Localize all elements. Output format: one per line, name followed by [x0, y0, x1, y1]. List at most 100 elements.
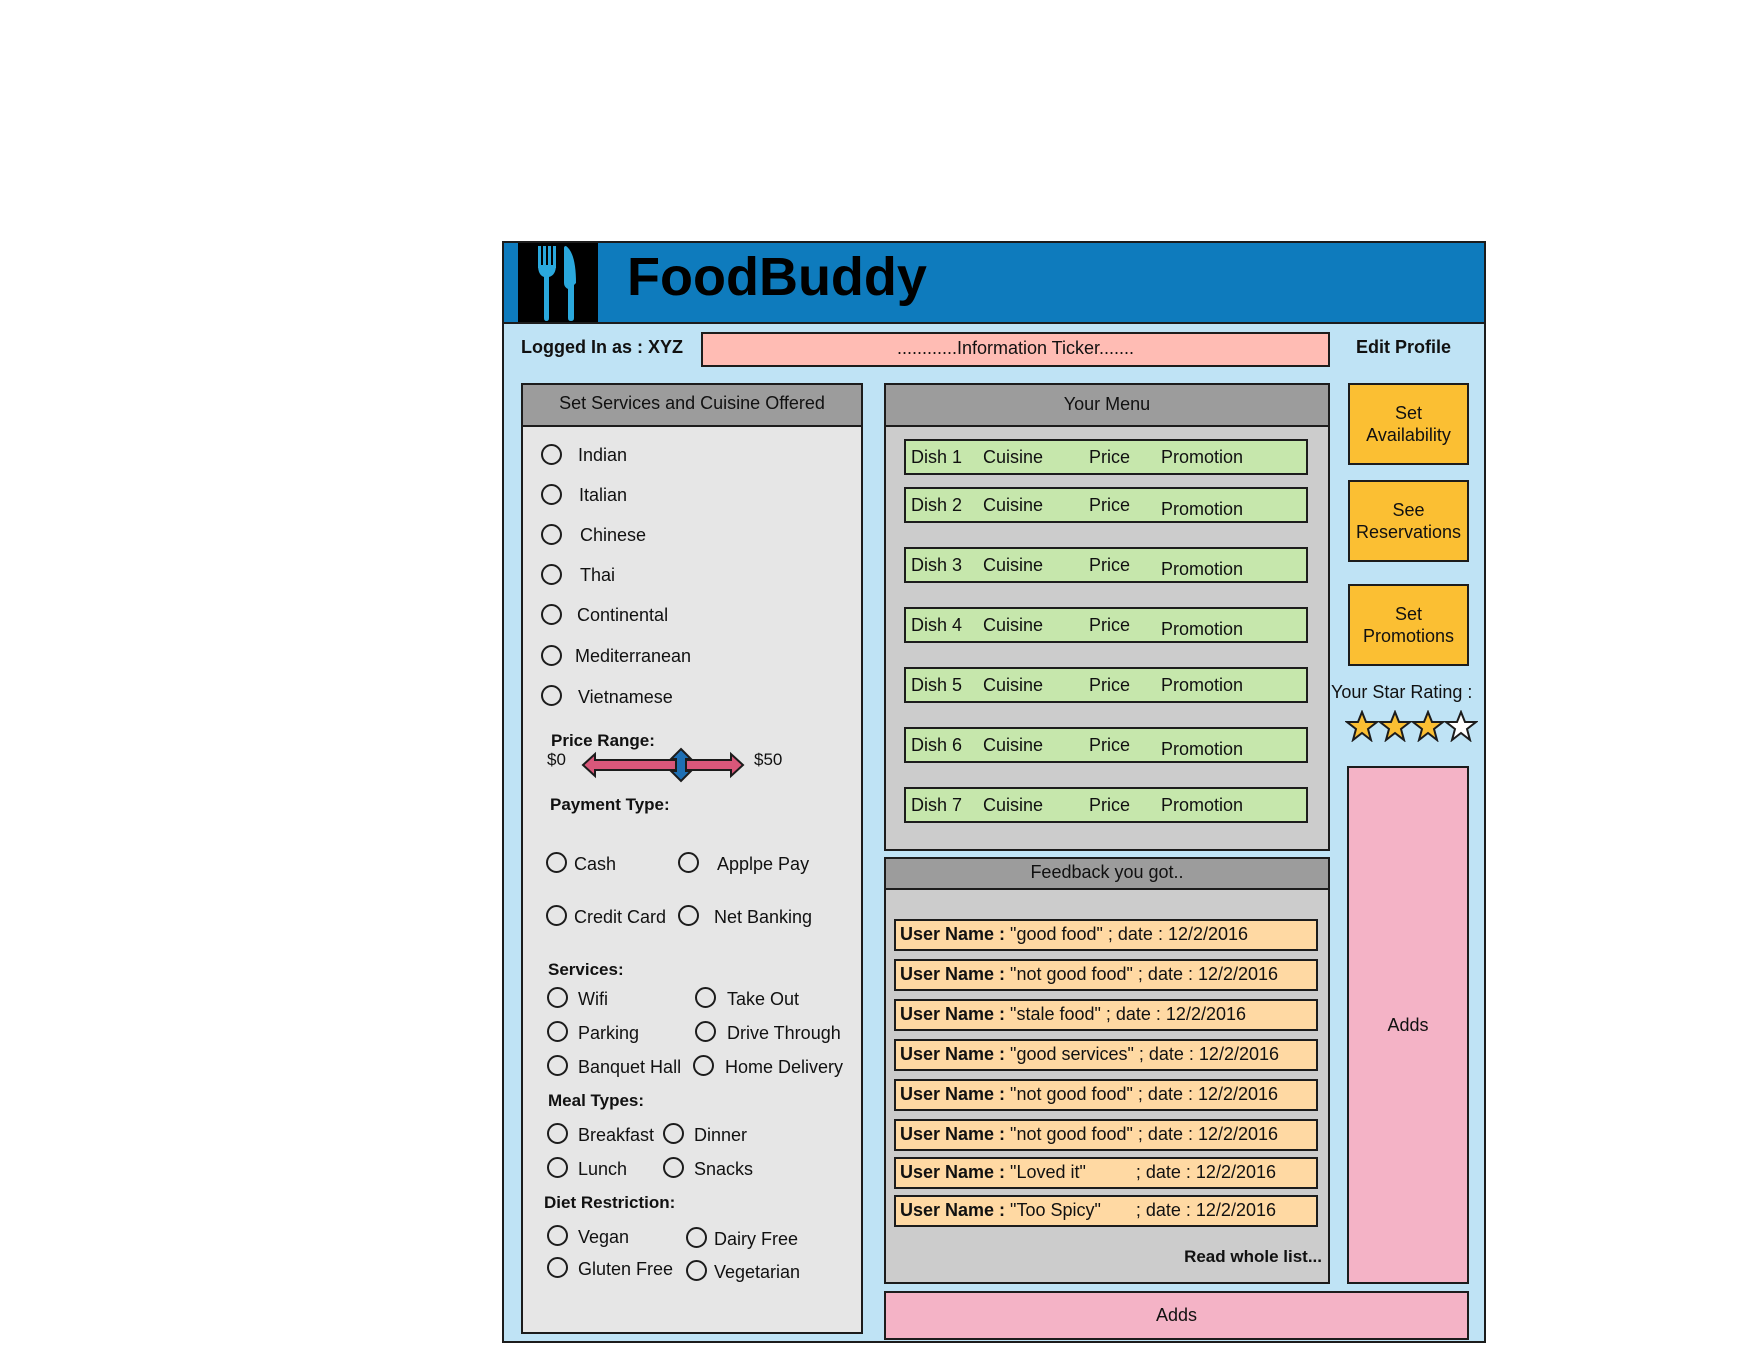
radio-cuisine-continental[interactable] [541, 604, 562, 625]
dish-price: Price [1089, 615, 1131, 635]
fork-knife-icon [518, 243, 598, 322]
radio-cuisine-thai[interactable] [541, 564, 562, 585]
services-cuisine-panel: Set Services and Cuisine Offered Indian … [521, 383, 863, 1334]
dish-name: Dish 3 [911, 555, 963, 575]
radio-cuisine-vietnamese[interactable] [541, 685, 562, 706]
feedback-text: "stale food" ; date : 12/2/2016 [1005, 1004, 1246, 1024]
radio-diet-gluten-free[interactable] [547, 1257, 568, 1278]
radio-cuisine-mediterranean[interactable] [541, 645, 562, 666]
dish-name: Dish 6 [911, 735, 963, 755]
services-label: Services: [548, 960, 624, 979]
feedback-text: "not good food" ; date : 12/2/2016 [1005, 1084, 1279, 1104]
meal-types-label: Meal Types: [548, 1091, 645, 1110]
star-empty-icon [1443, 709, 1479, 743]
radio-meal-snacks[interactable] [663, 1157, 684, 1178]
star-rating-label: Your Star Rating : [1331, 682, 1473, 702]
radio-meal-breakfast[interactable] [547, 1123, 568, 1144]
radio-cuisine-indian[interactable] [541, 444, 562, 465]
dish-row[interactable]: Dish 1 Cuisine Price Promotion [904, 439, 1308, 475]
edit-profile-link[interactable]: Edit Profile [1356, 337, 1451, 358]
radio-payment-net-banking[interactable] [678, 905, 699, 926]
option-label: Parking [578, 1023, 640, 1043]
dish-row[interactable]: Dish 3 Cuisine Price Promotion [904, 547, 1308, 583]
feedback-item: User Name : "stale food" ; date : 12/2/2… [894, 999, 1318, 1031]
radio-diet-vegan[interactable] [547, 1225, 568, 1246]
option-label: Thai [580, 565, 616, 585]
radio-meal-lunch[interactable] [547, 1157, 568, 1178]
feedback-user: User Name : [900, 1124, 1006, 1144]
feedback-user: User Name : [900, 1162, 1006, 1182]
star-filled-icon [1410, 709, 1446, 743]
dish-promotion: Promotion [1161, 795, 1244, 815]
dish-promotion: Promotion [1161, 559, 1244, 579]
dish-cuisine: Cuisine [983, 555, 1044, 575]
dish-row[interactable]: Dish 4 Cuisine Price Promotion [904, 607, 1308, 643]
feedback-user: User Name : [900, 1200, 1006, 1220]
dish-name: Dish 1 [911, 447, 963, 467]
option-label: Vegetarian [714, 1262, 801, 1282]
radio-service-home-delivery[interactable] [693, 1055, 714, 1076]
price-min-label: $0 [547, 750, 566, 769]
feedback-text: "good services" ; date : 12/2/2016 [1005, 1044, 1280, 1064]
feedback-text: "not good food" ; date : 12/2/2016 [1005, 964, 1279, 984]
radio-service-drive-through[interactable] [695, 1021, 716, 1042]
radio-cuisine-italian[interactable] [541, 484, 562, 505]
radio-diet-dairy-free[interactable] [686, 1227, 707, 1248]
star-rating [1344, 709, 1479, 747]
radio-meal-dinner[interactable] [663, 1123, 684, 1144]
radio-diet-vegetarian[interactable] [686, 1260, 707, 1281]
menu-title: Your Menu [886, 385, 1328, 427]
option-label: Lunch [578, 1159, 628, 1179]
option-label: Home Delivery [725, 1057, 844, 1077]
option-label: Continental [577, 605, 669, 625]
option-label: Vietnamese [578, 687, 673, 707]
diet-restriction-label: Diet Restriction: [544, 1193, 676, 1212]
panel-title: Set Services and Cuisine Offered [523, 385, 861, 427]
radio-service-banquet-hall[interactable] [547, 1055, 568, 1076]
feedback-text: "Loved it" ; date : 12/2/2016 [1005, 1162, 1276, 1182]
feedback-item: User Name : "not good food" ; date : 12/… [894, 959, 1318, 991]
dish-cuisine: Cuisine [983, 735, 1044, 755]
option-label: Snacks [694, 1159, 754, 1179]
radio-payment-cash[interactable] [546, 852, 567, 873]
option-label: Indian [578, 445, 628, 465]
star-filled-icon [1377, 709, 1413, 743]
dish-price: Price [1089, 735, 1131, 755]
feedback-title: Feedback you got.. [886, 859, 1328, 890]
read-whole-list-link[interactable]: Read whole list... [1184, 1247, 1322, 1267]
see-reservations-button[interactable]: See Reservations [1348, 480, 1469, 562]
radio-cuisine-chinese[interactable] [541, 524, 562, 545]
option-label: Take Out [727, 989, 800, 1009]
dish-row[interactable]: Dish 6 Cuisine Price Promotion [904, 727, 1308, 763]
feedback-user: User Name : [900, 924, 1006, 944]
option-label: Vegan [578, 1227, 630, 1247]
radio-payment-credit-card[interactable] [546, 905, 567, 926]
dish-promotion: Promotion [1161, 499, 1244, 519]
dish-name: Dish 7 [911, 795, 963, 815]
star-filled-icon [1344, 709, 1380, 743]
feedback-item: User Name : "good services" ; date : 12/… [894, 1039, 1318, 1071]
radio-service-parking[interactable] [547, 1021, 568, 1042]
dish-name: Dish 5 [911, 675, 963, 695]
option-label: Cash [574, 854, 617, 874]
set-availability-button[interactable]: Set Availability [1348, 383, 1469, 465]
radio-service-take-out[interactable] [695, 987, 716, 1008]
information-ticker: ............Information Ticker....... [701, 332, 1330, 367]
price-range-slider[interactable] [581, 747, 747, 783]
dish-row[interactable]: Dish 7 Cuisine Price Promotion [904, 787, 1308, 823]
dish-row[interactable]: Dish 2 Cuisine Price Promotion [904, 487, 1308, 523]
feedback-item: User Name : "not good food" ; date : 12/… [894, 1119, 1318, 1151]
dish-name: Dish 2 [911, 495, 963, 515]
feedback-item: User Name : "not good food" ; date : 12/… [894, 1079, 1318, 1111]
option-label: Drive Through [727, 1023, 841, 1043]
dish-row[interactable]: Dish 5 Cuisine Price Promotion [904, 667, 1308, 703]
radio-payment-apple-pay[interactable] [678, 852, 699, 873]
option-label: Dinner [694, 1125, 748, 1145]
radio-service-wifi[interactable] [547, 987, 568, 1008]
bottom-ad-banner[interactable]: Adds [884, 1291, 1469, 1340]
dish-price: Price [1089, 447, 1131, 467]
dish-cuisine: Cuisine [983, 675, 1044, 695]
side-ad-banner[interactable]: Adds [1347, 766, 1469, 1284]
set-promotions-button[interactable]: Set Promotions [1348, 584, 1469, 666]
feedback-user: User Name : [900, 1044, 1006, 1064]
